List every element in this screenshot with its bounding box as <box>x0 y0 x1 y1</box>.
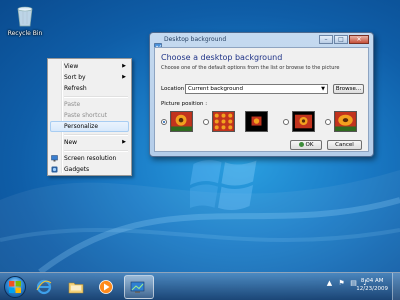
close-icon: ✕ <box>356 36 362 43</box>
media-player-icon <box>99 280 113 294</box>
taskbar-explorer[interactable] <box>63 275 89 299</box>
folder-icon <box>68 282 84 294</box>
internet-explorer-icon <box>36 279 52 295</box>
start-button[interactable] <box>4 276 26 298</box>
taskbar-internet-explorer[interactable] <box>31 275 57 299</box>
taskbar-clock[interactable]: 8:04 AM 12/23/2009 <box>356 277 388 293</box>
dialog-description: Choose one of the default options from t… <box>161 65 340 71</box>
maximize-icon: □ <box>338 36 344 43</box>
submenu-arrow-icon: ▶ <box>122 63 126 69</box>
dialog-app-icon <box>154 36 162 50</box>
menu-item-view[interactable]: View ▶ <box>48 61 131 72</box>
menu-item-sort-by[interactable]: Sort by ▶ <box>48 72 131 83</box>
menu-item-label: Paste <box>64 101 81 108</box>
submenu-arrow-icon: ▶ <box>122 74 126 80</box>
show-hidden-icons-arrow[interactable]: ▲ <box>325 279 334 288</box>
minimize-button[interactable]: – <box>319 35 333 44</box>
thumbnail-tile[interactable] <box>212 111 235 132</box>
ok-button[interactable]: OK <box>290 140 322 150</box>
window-controls: – □ ✕ <box>319 35 369 44</box>
position-radio-stretch[interactable] <box>325 119 331 125</box>
gadgets-icon <box>51 166 58 173</box>
menu-item-personalize[interactable]: Personalize <box>50 121 129 132</box>
browse-button[interactable]: Browse... <box>333 84 364 94</box>
close-button[interactable]: ✕ <box>349 35 369 44</box>
position-radio-fill[interactable] <box>161 119 167 125</box>
recycle-bin-shortcut[interactable]: Recycle Bin <box>3 4 47 37</box>
menu-item-label: Paste shortcut <box>64 112 107 119</box>
menu-item-refresh[interactable]: Refresh <box>48 83 131 94</box>
thumbnail-center[interactable] <box>245 111 268 132</box>
picture-position-options <box>161 111 369 133</box>
clock-time: 8:04 AM <box>360 278 384 284</box>
menu-item-label: Sort by <box>64 74 86 81</box>
show-desktop-button[interactable] <box>392 273 400 300</box>
clock-date: 12/23/2009 <box>356 286 388 292</box>
shield-icon <box>298 141 304 147</box>
menu-item-label: Refresh <box>64 85 87 92</box>
menu-item-gadgets[interactable]: Gadgets <box>48 164 131 175</box>
menu-item-label: New <box>64 139 78 146</box>
recycle-bin-icon <box>14 4 36 28</box>
desktop-background-dialog: Desktop background – □ ✕ Choose a deskto… <box>149 32 374 157</box>
personalize-app-icon <box>130 281 145 293</box>
menu-item-paste[interactable]: Paste <box>48 99 131 110</box>
location-select-value: Current background <box>188 86 243 92</box>
position-radio-fit[interactable] <box>283 119 289 125</box>
minimize-icon: – <box>324 36 328 43</box>
picture-position-label: Picture position : <box>161 101 208 107</box>
menu-item-new[interactable]: New ▶ <box>48 137 131 148</box>
ok-button-label: OK <box>305 142 314 148</box>
windows-logo-icon <box>9 281 21 293</box>
dialog-titlebar[interactable]: Desktop background – □ ✕ <box>150 33 373 50</box>
maximize-button[interactable]: □ <box>334 35 348 44</box>
recycle-bin-label: Recycle Bin <box>7 30 43 37</box>
location-label: Location <box>161 86 185 92</box>
taskbar: ▲ ⚑ ▤ ♪ 8:04 AM 12/23/2009 <box>0 272 400 300</box>
menu-item-label: View <box>64 63 79 70</box>
location-select[interactable]: Current background ▼ <box>185 84 328 94</box>
cancel-button[interactable]: Cancel <box>327 140 362 150</box>
menu-item-label: Screen resolution <box>64 155 117 162</box>
menu-item-paste-shortcut[interactable]: Paste shortcut <box>48 110 131 121</box>
thumbnail-fill[interactable] <box>170 111 193 132</box>
display-icon <box>51 155 58 162</box>
taskbar-media-player[interactable] <box>93 275 119 299</box>
taskbar-personalize-window[interactable] <box>124 275 154 299</box>
desktop-context-menu: View ▶ Sort by ▶ Refresh Paste Paste sho… <box>47 58 132 176</box>
windows-logo-wallpaper <box>186 150 260 220</box>
chevron-down-icon: ▼ <box>321 86 325 92</box>
submenu-arrow-icon: ▶ <box>122 139 126 145</box>
thumbnail-fit[interactable] <box>292 111 315 132</box>
menu-item-label: Personalize <box>64 123 99 130</box>
dialog-title: Desktop background <box>164 36 227 43</box>
dialog-heading: Choose a desktop background <box>161 53 283 62</box>
position-radio-tile[interactable] <box>203 119 209 125</box>
dialog-body: Choose a desktop background Choose one o… <box>154 47 369 152</box>
flag-icon[interactable]: ⚑ <box>337 279 346 288</box>
thumbnail-stretch[interactable] <box>334 111 357 132</box>
menu-item-screen-resolution[interactable]: Screen resolution <box>48 153 131 164</box>
menu-item-label: Gadgets <box>64 166 90 173</box>
